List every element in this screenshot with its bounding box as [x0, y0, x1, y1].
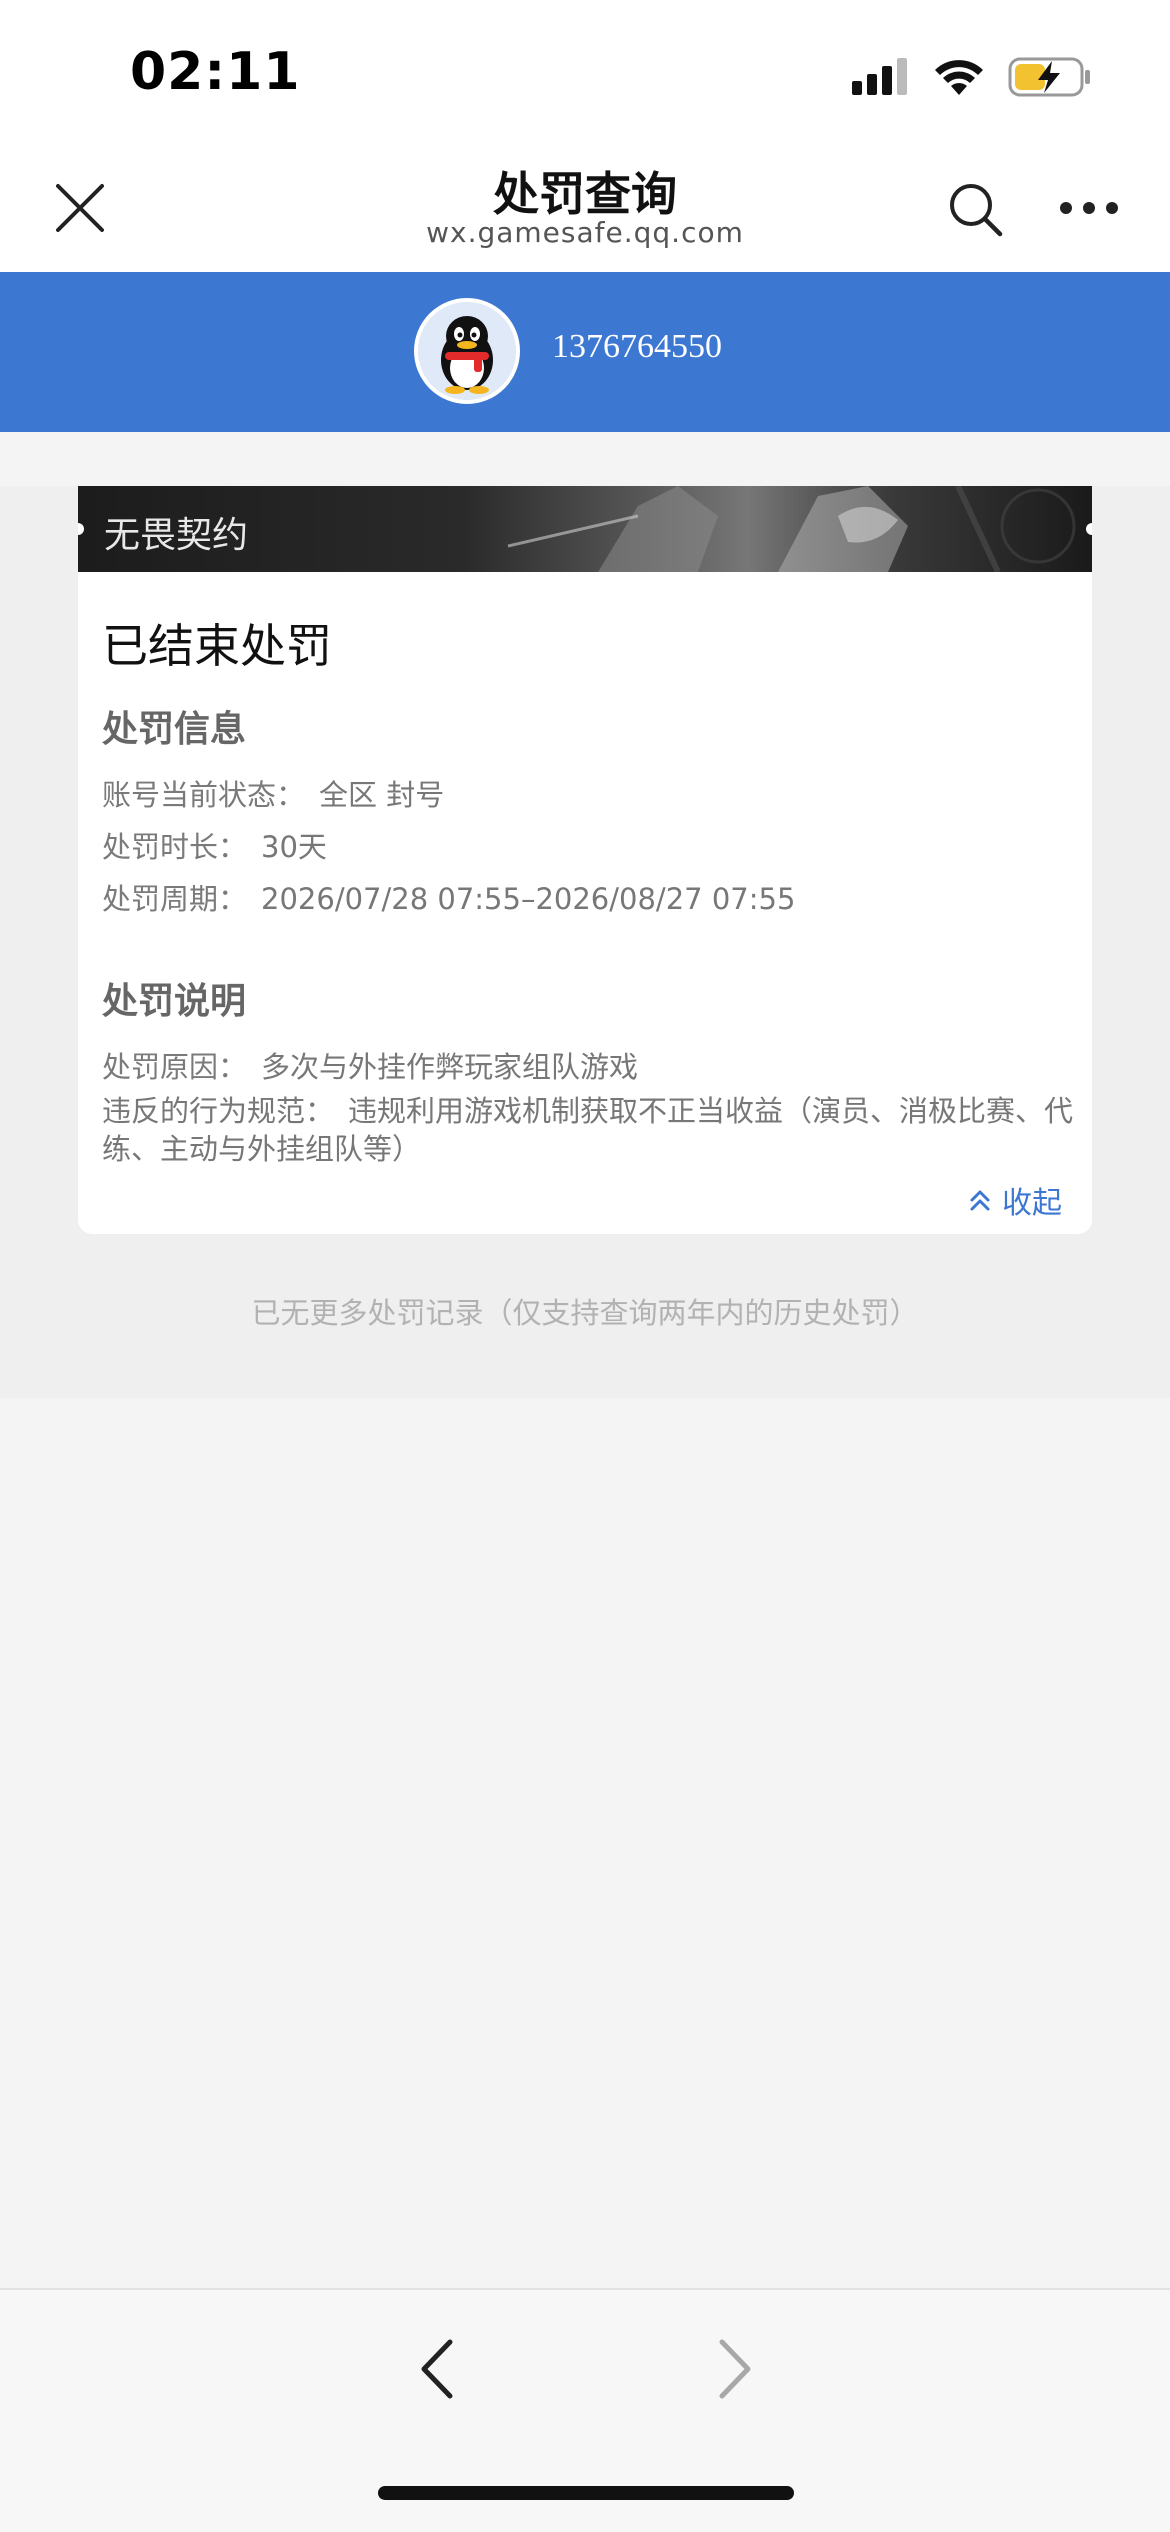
duration-value: 30天 — [261, 830, 327, 864]
violation-label: 违反的行为规范： — [102, 1094, 335, 1128]
collapse-button[interactable]: 收起 — [968, 1178, 1062, 1222]
account-status-label: 账号当前状态： — [102, 778, 306, 812]
account-id: 1376764550 — [552, 328, 722, 365]
collapse-label: 收起 — [1002, 1186, 1062, 1221]
bottom-toolbar — [0, 2288, 1170, 2532]
account-header: 1376764550 — [0, 272, 1170, 432]
duration-label: 处罚时长： — [102, 830, 248, 864]
wifi-icon — [935, 60, 983, 95]
status-icons — [852, 52, 1092, 102]
period-label: 处罚周期： — [102, 882, 248, 916]
nav-bar: 处罚查询 wx.gamesafe.qq.com — [0, 140, 1170, 272]
reason-value: 多次与外挂作弊玩家组队游戏 — [261, 1050, 639, 1084]
reason-label: 处罚原因： — [102, 1050, 248, 1084]
penalty-status: 已结束处罚 — [102, 619, 332, 673]
period-value: 2026/07/28 07:55–2026/08/27 07:55 — [261, 882, 796, 916]
home-indicator — [378, 2486, 794, 2500]
search-icon[interactable] — [946, 180, 1004, 238]
penalty-card: 无畏契约 已结束处罚 处罚信息 账号当前状态： 全区 封号 处罚时长： 30天 处罚… — [78, 486, 1092, 1234]
status-bar: 02:11 — [0, 0, 1170, 140]
qq-penguin-icon — [418, 302, 516, 400]
chevron-left-icon[interactable] — [410, 2334, 466, 2404]
reason-line: 处罚原因： 多次与外挂作弊玩家组队游戏 — [102, 1044, 638, 1086]
double-chevron-up-icon — [970, 1190, 990, 1211]
chevron-right-icon[interactable] — [706, 2334, 762, 2404]
game-banner: 无畏契约 — [78, 486, 1092, 572]
game-name: 无畏契约 — [104, 515, 249, 556]
penalty-info-title: 处罚信息 — [102, 709, 247, 750]
cellular-signal-icon — [852, 58, 907, 95]
account-status-value: 全区 封号 — [319, 778, 445, 812]
period-line: 处罚周期： 2026/07/28 07:55–2026/08/27 07:55 — [102, 876, 795, 918]
penalty-explanation-title: 处罚说明 — [102, 981, 247, 1022]
avatar — [414, 298, 520, 404]
no-more-records-note: 已无更多处罚记录（仅支持查询两年内的历史处罚） — [251, 1296, 919, 1330]
battery-charging-icon — [1008, 57, 1090, 97]
violation-line: 违反的行为规范： 违规利用游戏机制获取不正当收益（演员、消极比赛、代练、主动与外挂… — [102, 1092, 1082, 1168]
duration-line: 处罚时长： 30天 — [102, 824, 327, 866]
more-icon[interactable] — [1058, 198, 1120, 218]
status-time: 02:11 — [130, 42, 301, 102]
account-status-line: 账号当前状态： 全区 封号 — [102, 772, 444, 814]
